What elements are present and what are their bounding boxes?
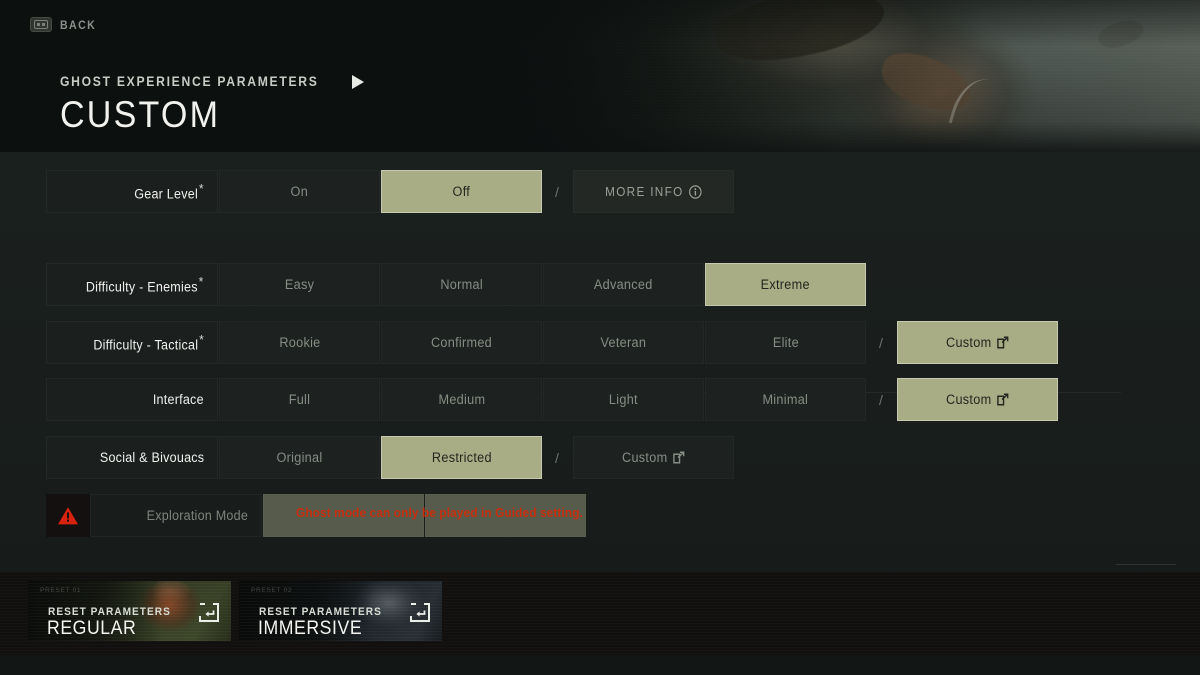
option-button[interactable]: Extreme [705, 263, 866, 306]
enter-key-icon [410, 603, 430, 622]
custom-option-button[interactable]: Custom [897, 321, 1058, 364]
external-link-icon [673, 451, 685, 464]
row-label: Difficulty - Tactical* [46, 321, 218, 364]
custom-option-button[interactable]: Custom [573, 436, 734, 479]
controller-button-icon [30, 17, 52, 32]
more-info-button[interactable]: MORE INFO [573, 170, 734, 213]
info-circle-icon [689, 184, 702, 199]
custom-option-button[interactable]: Custom [897, 378, 1058, 421]
card-tiny-label: PRESET 02 [251, 587, 293, 594]
external-link-icon [997, 336, 1009, 349]
row-label: Difficulty - Enemies* [46, 263, 218, 306]
option-button[interactable]: Medium [381, 378, 542, 421]
option-separator: / [555, 183, 559, 200]
page-title-block: GHOST EXPERIENCE PARAMETERS CUSTOM [60, 74, 365, 137]
footer-divider [1116, 564, 1176, 565]
option-button[interactable]: Confirmed [381, 321, 542, 364]
card-title: IMMERSIVE [258, 618, 363, 639]
option-separator: / [555, 449, 559, 466]
option-button[interactable]: Light [543, 378, 704, 421]
option-button[interactable]: Full [219, 378, 380, 421]
reset-preset-card[interactable]: PRESET 02 RESET PARAMETERS IMMERSIVE [239, 581, 442, 641]
option-button[interactable]: Original [219, 436, 380, 479]
option-button[interactable]: Guided [263, 494, 424, 537]
card-subtitle: RESET PARAMETERS [259, 606, 382, 618]
page-title: CUSTOM [60, 94, 221, 135]
option-button[interactable]: Rookie [219, 321, 380, 364]
back-button-label: BACK [60, 17, 97, 32]
row-label: Exploration Mode [90, 494, 262, 537]
warning-triangle-icon [46, 494, 90, 537]
card-tiny-label: PRESET 01 [40, 587, 82, 594]
enter-key-icon [199, 603, 219, 622]
parameter-row: Interface Full Medium Light Minimal / Custom [46, 378, 1058, 421]
option-button[interactable]: Off [381, 170, 542, 213]
enter-key-icon [410, 603, 430, 622]
option-separator: / [879, 391, 883, 408]
option-button[interactable]: Normal [381, 263, 542, 306]
back-button[interactable]: BACK [30, 17, 101, 32]
row-label: Social & Bivouacs [46, 436, 218, 479]
option-button[interactable]: Veteran [543, 321, 704, 364]
enter-key-icon [199, 603, 219, 622]
parameter-row: Difficulty - Tactical* Rookie Confirmed Vet… [46, 321, 1058, 364]
parameter-row: Exploration ModeGuidedExplorationGhost m… [46, 494, 586, 537]
ghost-experience-parameters-screen: BACK GHOST EXPERIENCE PARAMETERS CUSTOM … [0, 0, 1200, 675]
reset-preset-card[interactable]: PRESET 01 RESET PARAMETERS REGULAR [28, 581, 231, 641]
row-label: Gear Level* [46, 170, 218, 213]
parameter-row: Social & Bivouacs Original Restricted / Cust… [46, 436, 734, 479]
bottom-strip [0, 655, 1200, 675]
option-button[interactable]: Advanced [543, 263, 704, 306]
card-subtitle: RESET PARAMETERS [48, 606, 171, 618]
parameter-row: Difficulty - Enemies* Easy Normal Advanced E… [46, 263, 866, 306]
option-button[interactable]: Minimal [705, 378, 866, 421]
card-title: REGULAR [47, 618, 137, 639]
option-button[interactable]: Exploration [425, 494, 586, 537]
row-label: Interface [46, 378, 218, 421]
external-link-icon [997, 393, 1009, 406]
option-button[interactable]: Easy [219, 263, 380, 306]
warning-triangle-icon [58, 506, 78, 524]
arrow-right-icon [352, 74, 365, 89]
breadcrumb: GHOST EXPERIENCE PARAMETERS [60, 74, 319, 89]
parameters-panel: Gear Level* On Off / MORE INFO Difficulty - E… [0, 152, 1200, 572]
option-button[interactable]: Elite [705, 321, 866, 364]
parameter-row: Gear Level* On Off / MORE INFO [46, 170, 734, 213]
option-button[interactable]: Restricted [381, 436, 542, 479]
option-separator: / [879, 334, 883, 351]
option-button[interactable]: On [219, 170, 380, 213]
